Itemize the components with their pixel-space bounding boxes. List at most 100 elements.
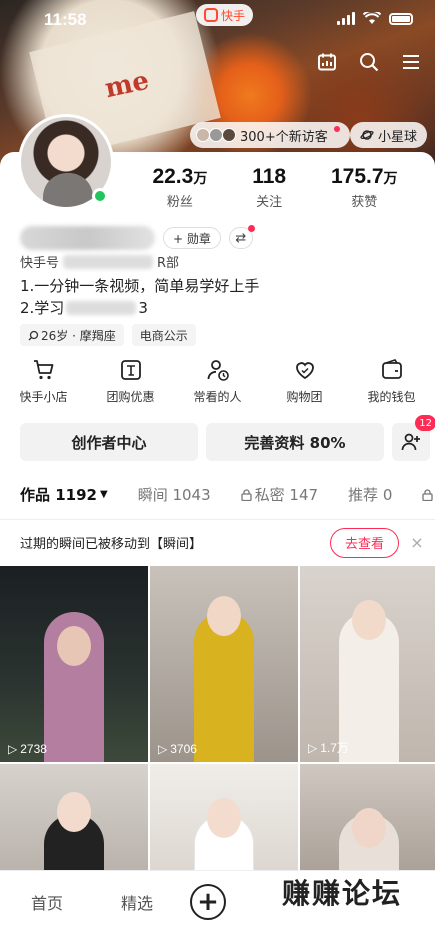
signal-icon <box>337 12 355 25</box>
planet-icon <box>360 130 374 140</box>
stat-fans-label: 粉丝 <box>166 195 193 210</box>
shortcut-wallet[interactable]: 我的钱包 <box>352 358 432 405</box>
shortcut-wallet-label: 我的钱包 <box>367 390 416 404</box>
little-planet-pill[interactable]: 小星球 <box>350 122 428 148</box>
profile-actions: 创作者中心 完善资料 80% 12 <box>20 415 435 461</box>
system-icons <box>337 12 413 25</box>
shortcut-shop[interactable]: 快手小店 <box>4 358 84 405</box>
video-thumbnail[interactable] <box>150 764 298 874</box>
shortcut-group-deals[interactable]: 团购优惠 <box>91 358 171 405</box>
tab-works[interactable]: 作品 1192 ▼ <box>20 484 108 505</box>
profile-bio: 1.一分钟一条视频，简单易学好上手 2.学习 3 <box>20 275 259 319</box>
view-moments-button[interactable]: 去查看 <box>329 527 399 558</box>
menu-icon[interactable] <box>401 52 421 72</box>
video-thumbnail[interactable]: ▷ 2738 <box>0 566 148 762</box>
play-count-value: 1.7万 <box>320 741 349 755</box>
app-indicator[interactable]: 快手 <box>196 4 254 26</box>
shortcut-shopping-group[interactable]: 购物团 <box>265 358 345 405</box>
profile-name-redacted <box>20 226 155 250</box>
kuaishou-id-row[interactable]: 快手号 R​部 <box>20 252 179 271</box>
tab-recommend[interactable]: 推荐 0 <box>348 484 392 505</box>
complete-profile-button[interactable]: 完善资料 80% <box>206 423 384 461</box>
kuaishou-id-redacted <box>63 254 154 269</box>
bio-redacted <box>66 301 137 315</box>
stat-fans-unit: 万 <box>193 170 208 186</box>
bio-line-2: 2.学习 3 <box>20 297 259 319</box>
new-visitors-pill[interactable]: 300+个新访客 <box>190 122 350 148</box>
tab-private[interactable]: 私密 147 <box>240 484 319 505</box>
creator-center-button[interactable]: 创作者中心 <box>20 423 198 461</box>
little-planet-label: 小星球 <box>378 129 418 145</box>
bio-line-2-suffix: 3 <box>138 299 148 317</box>
stat-following[interactable]: 118 关注 <box>252 165 286 210</box>
tab-collection[interactable]: 收 <box>422 484 435 505</box>
user-clock-icon <box>207 360 229 381</box>
search-icon[interactable] <box>359 52 379 72</box>
kuaishou-id-label: 快手号 <box>20 256 60 271</box>
tab-moments[interactable]: 瞬间 1043 <box>138 484 211 505</box>
video-thumbnail[interactable]: ▷ 1.7万 <box>300 566 435 762</box>
play-count: ▷ 1.7万 <box>308 739 349 756</box>
add-badge-button[interactable]: + 勋章 <box>163 227 221 249</box>
add-friend-button[interactable]: 12 <box>392 415 435 461</box>
stat-fans[interactable]: 22.3万 粉丝 <box>152 165 207 210</box>
cart-icon <box>33 360 53 380</box>
tab-moments-label: 瞬间 1043 <box>137 486 211 504</box>
profile-stats: 22.3万 粉丝 118 关注 175.7万 获赞 <box>130 165 420 210</box>
nav-featured[interactable]: 精选 <box>92 890 182 914</box>
swap-icon: ⇄ <box>235 230 247 246</box>
play-count: ▷ 2738 <box>8 742 47 756</box>
stat-likes[interactable]: 175.7万 获赞 <box>331 165 398 210</box>
status-bar: 11:58 快手 <box>0 0 435 42</box>
switch-account-button[interactable]: ⇄ <box>228 225 255 249</box>
video-thumbnail[interactable] <box>300 764 435 874</box>
tab-recommend-label: 推荐 0 <box>348 486 393 504</box>
forum-watermark: 赚赚论坛 <box>282 877 403 910</box>
video-thumbnail[interactable]: ▷ 3706 <box>150 566 298 762</box>
wifi-icon <box>363 12 381 24</box>
top-actions <box>317 52 421 72</box>
shortcut-frequent-people[interactable]: 常看的人 <box>178 358 258 405</box>
visitor-avatar <box>209 128 223 142</box>
shortcut-shopping-group-label: 购物团 <box>286 390 323 404</box>
search-icon <box>28 330 39 340</box>
add-user-icon <box>401 433 420 451</box>
video-grid: ▷ 2738 ▷ 3706 ▷ 1.7万 <box>0 566 435 874</box>
play-icon: ▷ <box>308 740 318 755</box>
play-count-value: 2738 <box>20 742 47 756</box>
calendar-icon[interactable] <box>317 52 337 72</box>
stat-likes-label: 获赞 <box>351 195 378 210</box>
tab-private-label: 私密 147 <box>254 486 319 504</box>
battery-icon <box>389 12 413 25</box>
status-time: 11:58 <box>44 10 87 29</box>
bio-line-1: 1.一分钟一条视频，简单易学好上手 <box>20 277 260 295</box>
moments-notice-text: 过期的瞬间已被移动到【瞬间】 <box>20 537 203 552</box>
stat-following-label: 关注 <box>256 195 283 210</box>
tag-age-sign-label: 26岁 · 摩羯座 <box>41 328 116 343</box>
video-thumbnail[interactable] <box>0 764 148 874</box>
new-visitors-label: 300+个新访客 <box>240 129 328 145</box>
app-indicator-label: 快手 <box>221 8 246 23</box>
kuaishou-id-suffix: R​部 <box>157 256 180 271</box>
heart-bag-icon <box>295 362 314 380</box>
lock-icon <box>422 488 434 501</box>
shortcut-frequent-people-label: 常看的人 <box>193 390 242 404</box>
play-icon: ▷ <box>158 742 168 756</box>
kuaishou-logo-icon <box>204 8 218 22</box>
create-post-button[interactable]: + <box>190 883 226 920</box>
profile-tags: 26岁 · 摩羯座 电商公示 <box>20 324 196 346</box>
wallet-icon <box>381 359 402 379</box>
shortcut-row: 快手小店 团购优惠 常看的人 购物团 我的钱包 <box>0 358 435 405</box>
shortcut-shop-label: 快手小店 <box>19 390 68 404</box>
caret-down-icon: ▼ <box>99 489 108 500</box>
nav-home[interactable]: 首页 <box>2 890 92 914</box>
tag-age-sign[interactable]: 26岁 · 摩羯座 <box>20 324 124 346</box>
stat-likes-value: 175.7 <box>330 165 384 188</box>
content-tabs: 作品 1192 ▼ 瞬间 1043 私密 147 推荐 0 收 <box>20 484 435 505</box>
tab-works-label: 作品 1192 <box>20 486 97 504</box>
stat-fans-value: 22.3 <box>152 165 194 188</box>
tag-ecommerce[interactable]: 电商公示 <box>131 324 196 346</box>
profile-name-row: + 勋章 ⇄ <box>20 225 255 250</box>
close-notice-icon[interactable]: × <box>399 533 435 552</box>
add-friend-count-badge: 12 <box>415 415 435 431</box>
